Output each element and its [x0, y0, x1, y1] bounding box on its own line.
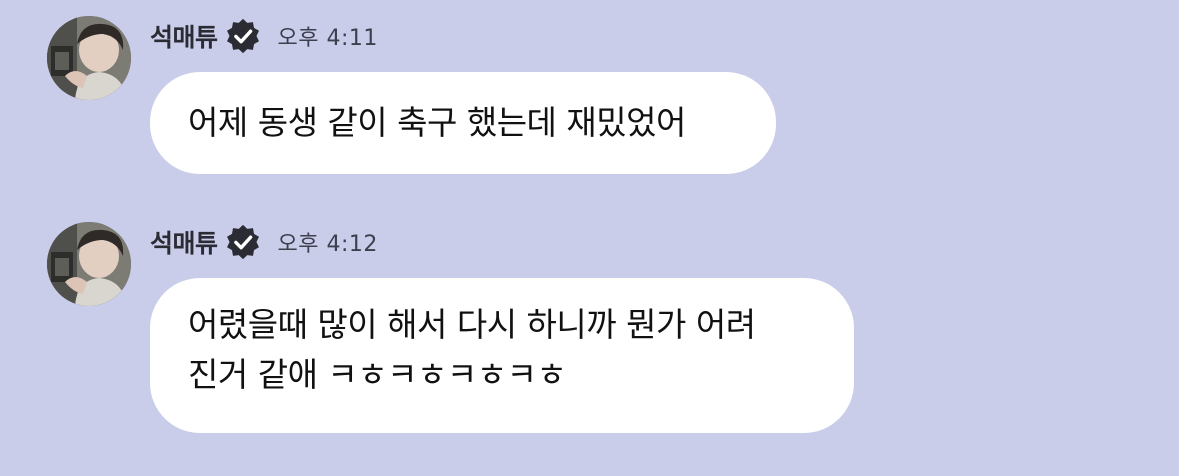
avatar[interactable] [47, 222, 131, 306]
message-header: 석매튜 오후 4:12 [150, 222, 378, 262]
sender-name[interactable]: 석매튜 [150, 18, 218, 54]
message-bubble[interactable]: 어렸을때 많이 해서 다시 하니까 뭔가 어려 진거 같애 ㅋㅎㅋㅎㅋㅎㅋㅎ [150, 278, 854, 433]
verified-badge-icon [224, 17, 262, 55]
message-text: 어제 동생 같이 축구 했는데 재밌었어 [188, 103, 686, 142]
avatar[interactable] [47, 16, 131, 100]
profile-photo [47, 222, 131, 306]
message-timestamp: 오후 4:11 [277, 26, 378, 51]
profile-photo [47, 16, 131, 100]
verified-badge-icon [224, 223, 262, 261]
message-text-line-2: 진거 같애 ㅋㅎㅋㅎㅋㅎㅋㅎ [188, 355, 567, 394]
sender-name[interactable]: 석매튜 [150, 224, 218, 260]
message-timestamp: 오후 4:12 [277, 232, 378, 257]
message-text-line-1: 어렸을때 많이 해서 다시 하니까 뭔가 어려 [188, 305, 756, 344]
message-header: 석매튜 오후 4:11 [150, 16, 378, 56]
message-bubble[interactable]: 어제 동생 같이 축구 했는데 재밌었어 [150, 72, 776, 174]
